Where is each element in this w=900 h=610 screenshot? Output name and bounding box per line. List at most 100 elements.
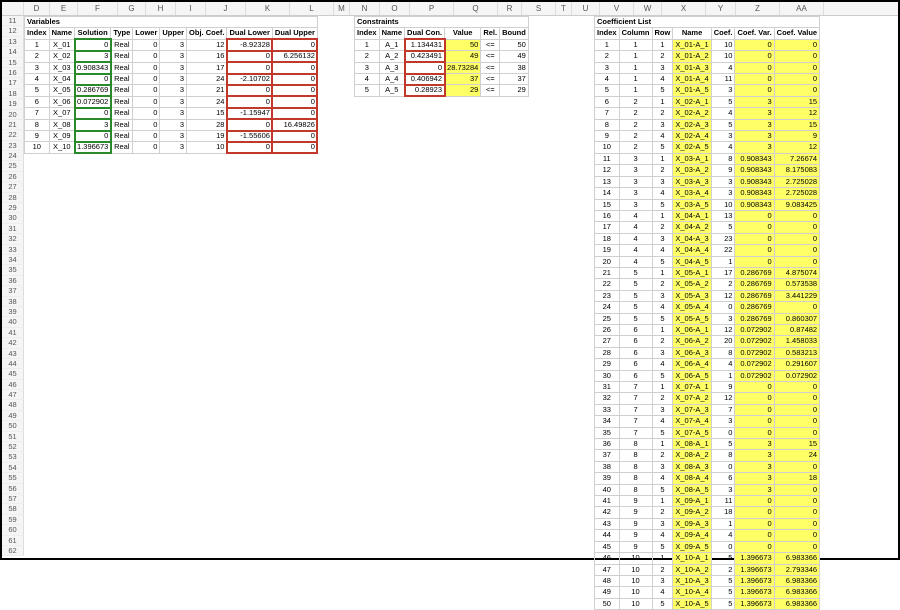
cell[interactable]: Real	[111, 39, 133, 50]
table-row[interactable]: 2151X_05-A_1170.2867694.875074	[595, 267, 820, 278]
cell[interactable]: X_01-A_3	[673, 62, 711, 73]
cell[interactable]: 17	[595, 222, 620, 233]
row-header[interactable]: 15	[2, 58, 24, 68]
cell[interactable]: 0.908343	[735, 153, 774, 164]
table-row[interactable]: 50105X_10-A_551.3966736.983366	[595, 598, 820, 609]
table-row[interactable]: 313X_01-A_3400	[595, 62, 820, 73]
table-row[interactable]: 722X_02-A_24312	[595, 108, 820, 119]
cell[interactable]: 19	[595, 245, 620, 256]
cell[interactable]: 0.908343	[735, 165, 774, 176]
cell[interactable]: 4	[652, 359, 673, 370]
cell[interactable]: 5	[652, 85, 673, 96]
cell[interactable]: 3	[160, 39, 187, 50]
cell[interactable]: 0	[133, 108, 160, 119]
row-header[interactable]: 11	[2, 16, 24, 26]
table-row[interactable]: 2454X_05-A_400.2867690	[595, 302, 820, 313]
cell[interactable]: 12	[711, 393, 735, 404]
cell[interactable]: 2	[652, 165, 673, 176]
col-header[interactable]: X	[662, 2, 706, 15]
row-header[interactable]: 51	[2, 432, 24, 442]
cell[interactable]: 24	[774, 450, 819, 461]
row-header[interactable]: 62	[2, 546, 24, 556]
cell[interactable]: 10	[711, 39, 735, 50]
cell[interactable]: 0.28923	[405, 85, 445, 96]
cell[interactable]: 5	[711, 96, 735, 107]
cell[interactable]: 2.725028	[774, 188, 819, 199]
cell[interactable]: 3	[652, 461, 673, 472]
cell[interactable]: X_03-A_1	[673, 153, 711, 164]
cell[interactable]: 1.396673	[735, 598, 774, 609]
cell[interactable]: 2	[619, 96, 652, 107]
cell[interactable]: 2	[25, 51, 50, 62]
table-row[interactable]: 3272X_07-A_21200	[595, 393, 820, 404]
cell[interactable]: 12	[711, 324, 735, 335]
cell[interactable]: 8	[711, 153, 735, 164]
cell[interactable]: 21	[595, 267, 620, 278]
cell[interactable]: 1.396673	[735, 553, 774, 564]
cell[interactable]: 0.072902	[774, 370, 819, 381]
cell[interactable]: 0.286769	[735, 279, 774, 290]
cell[interactable]: X_09-A_1	[673, 496, 711, 507]
cell[interactable]: 0	[774, 233, 819, 244]
col-header[interactable]: N	[350, 2, 380, 15]
table-row[interactable]: 1131X_03-A_180.9083437.26674	[595, 153, 820, 164]
table-row[interactable]: 10X_101.396673Real031000	[25, 142, 318, 153]
cell[interactable]: 49	[595, 587, 620, 598]
cell[interactable]: 7	[619, 382, 652, 393]
cell[interactable]: X_09-A_5	[673, 541, 711, 552]
row-header[interactable]: 34	[2, 255, 24, 265]
cell[interactable]: 9	[619, 541, 652, 552]
cell[interactable]: 0	[735, 393, 774, 404]
cell[interactable]: 1	[652, 324, 673, 335]
cell[interactable]: 2	[652, 336, 673, 347]
cell[interactable]: 4	[711, 142, 735, 153]
cell[interactable]: X_01-A_2	[673, 51, 711, 62]
cell[interactable]: 3	[735, 473, 774, 484]
row-header[interactable]: 30	[2, 213, 24, 223]
cell[interactable]: 18	[711, 507, 735, 518]
cell[interactable]: 10	[595, 142, 620, 153]
cell[interactable]: 5	[619, 302, 652, 313]
cell[interactable]: 5	[652, 484, 673, 495]
col-header[interactable]: I	[176, 2, 206, 15]
cell[interactable]: Real	[111, 142, 133, 153]
cell[interactable]: <=	[481, 39, 500, 50]
table-row[interactable]: 2353X_05-A_3120.2867693.441229	[595, 290, 820, 301]
cell[interactable]: 10	[619, 575, 652, 586]
row-header[interactable]: 56	[2, 484, 24, 494]
cell[interactable]: 5	[711, 587, 735, 598]
cell[interactable]: 7	[619, 393, 652, 404]
cell[interactable]: 1	[652, 439, 673, 450]
cell[interactable]: 3	[595, 62, 620, 73]
cell[interactable]: 16.49826	[272, 119, 317, 130]
cell[interactable]: 1	[652, 553, 673, 564]
cell[interactable]: 0	[735, 427, 774, 438]
cell[interactable]: 4	[711, 62, 735, 73]
table-row[interactable]: 4X_040Real0324-2.107020	[25, 74, 318, 85]
cell[interactable]: 0	[133, 131, 160, 142]
col-header[interactable]: M	[334, 2, 350, 15]
cell[interactable]: 17	[711, 267, 735, 278]
cell[interactable]: 0	[774, 245, 819, 256]
row-header[interactable]: 52	[2, 442, 24, 452]
cell[interactable]: 0	[272, 39, 317, 50]
cell[interactable]: 2	[652, 108, 673, 119]
cell[interactable]: 9	[619, 530, 652, 541]
cell[interactable]: 0	[774, 404, 819, 415]
cell[interactable]: X_10-A_5	[673, 598, 711, 609]
table-row[interactable]: 3X_030.908343Real031700	[25, 62, 318, 73]
cell[interactable]: 31	[595, 382, 620, 393]
cell[interactable]: 8	[619, 473, 652, 484]
cell[interactable]: 15	[774, 439, 819, 450]
cell[interactable]: 42	[595, 507, 620, 518]
cell[interactable]: 1	[652, 267, 673, 278]
cell[interactable]: 6	[619, 324, 652, 335]
cell[interactable]: X_05-A_2	[673, 279, 711, 290]
col-header[interactable]: D	[24, 2, 50, 15]
table-row[interactable]: 4494X_09-A_4400	[595, 530, 820, 541]
cell[interactable]: X_01-A_1	[673, 39, 711, 50]
cell[interactable]: 49	[500, 51, 529, 62]
cell[interactable]: 2	[355, 51, 380, 62]
table-row[interactable]: 823X_02-A_35315	[595, 119, 820, 130]
cell[interactable]: 47	[595, 564, 620, 575]
